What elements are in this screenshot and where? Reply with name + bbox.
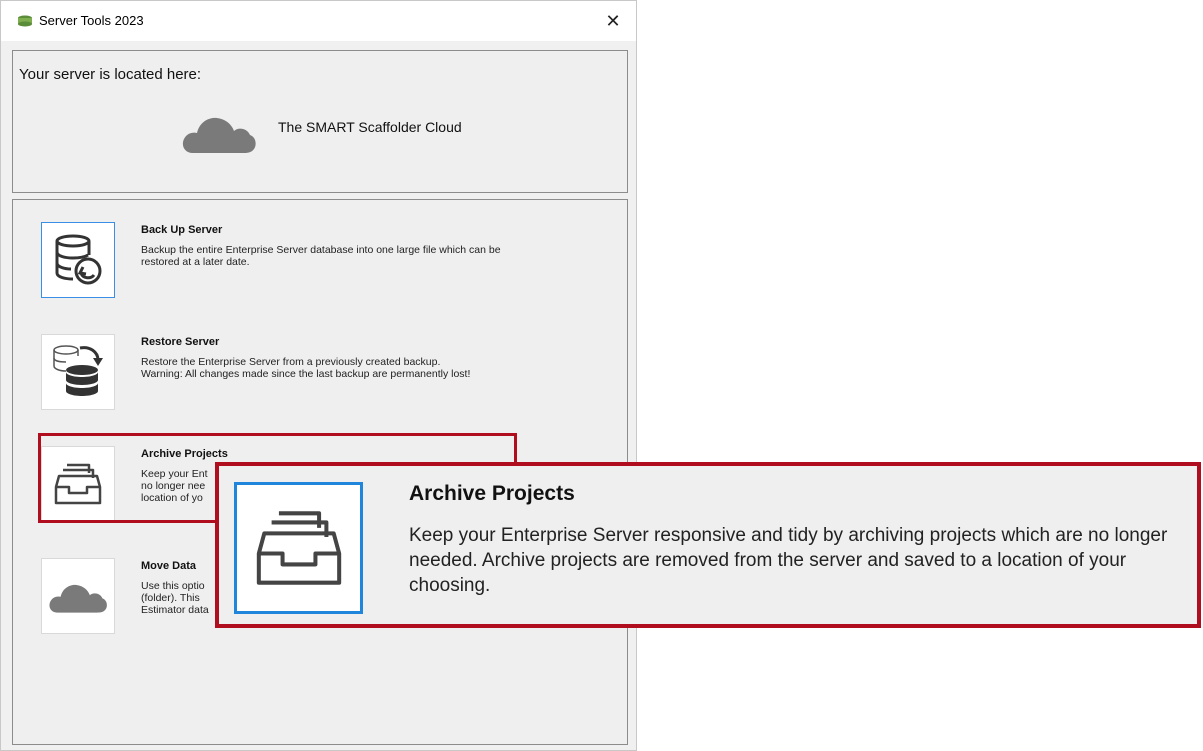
server-name: The SMART Scaffolder Cloud: [278, 119, 462, 135]
restore-server-button[interactable]: [41, 334, 115, 410]
move-data-button[interactable]: [41, 558, 115, 634]
callout-description: Keep your Enterprise Server responsive a…: [409, 525, 1168, 596]
tool-description: Backup the entire Enterprise Server data…: [141, 244, 501, 268]
close-icon: ✕: [605, 10, 621, 31]
cloud-icon: [182, 117, 256, 153]
tool-title: Restore Server: [141, 336, 220, 348]
server-location-label: Your server is located here:: [19, 66, 202, 83]
title-bar: Server Tools 2023 ✕: [1, 1, 636, 41]
tool-title: Back Up Server: [141, 224, 223, 236]
tool-description: Restore the Enterprise Server from a pre…: [141, 356, 471, 380]
server-location-panel: Your server is located here: The SMART S…: [12, 50, 628, 193]
tool-title: Move Data: [141, 560, 197, 572]
archive-projects-callout: Archive Projects Keep your Enterprise Se…: [215, 462, 1201, 628]
archive-tray-icon: [256, 511, 341, 585]
window-title: Server Tools 2023: [39, 13, 144, 28]
server-app-icon: [18, 15, 32, 27]
database-backup-icon: [55, 234, 102, 285]
archive-projects-button-zoomed[interactable]: [234, 482, 363, 614]
backup-server-button[interactable]: [41, 222, 115, 298]
database-restore-icon: [53, 345, 103, 396]
tool-restore-server[interactable]: Restore Server Restore the Enterprise Se…: [13, 334, 627, 414]
cloud-icon: [49, 584, 107, 613]
tool-backup-server[interactable]: Back Up Server Backup the entire Enterpr…: [13, 222, 627, 302]
server-tools-window: Server Tools 2023 ✕ Your server is locat…: [0, 0, 637, 751]
callout-title: Archive Projects: [409, 482, 575, 505]
close-button[interactable]: ✕: [590, 1, 636, 41]
